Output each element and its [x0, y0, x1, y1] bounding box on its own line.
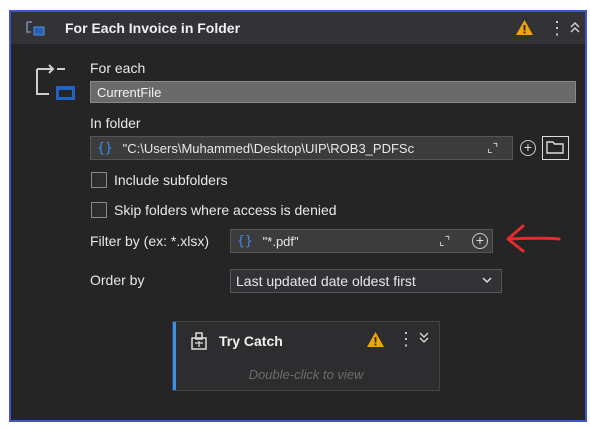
expand-chevron-icon[interactable] [418, 331, 430, 345]
for-each-label: For each [90, 60, 146, 76]
add-icon[interactable]: + [472, 233, 488, 249]
expand-icon[interactable]: ⌞⌝ [439, 234, 450, 248]
collapse-icon[interactable] [569, 20, 581, 34]
try-catch-activity[interactable]: Try Catch ⋮ Double-click to view [172, 321, 440, 391]
current-file-value: CurrentFile [97, 84, 162, 100]
folder-path-value: "C:\Users\Muhammed\Desktop\UIP\ROB3_PDFS… [122, 140, 415, 156]
try-catch-hint: Double-click to view [248, 367, 364, 382]
foreach-header-icon [26, 21, 45, 36]
activity-header[interactable]: For Each Invoice in Folder ⋮ [11, 12, 585, 44]
skip-denied-label: Skip folders where access is denied [114, 202, 337, 218]
add-icon[interactable]: + [520, 140, 536, 156]
warning-icon[interactable] [515, 19, 534, 36]
braces-icon: {} [237, 233, 253, 249]
for-each-activity[interactable]: For Each Invoice in Folder ⋮ For each Cu… [9, 10, 587, 422]
current-file-input[interactable]: CurrentFile [90, 81, 576, 103]
braces-icon: {} [97, 140, 113, 156]
order-by-label: Order by [90, 272, 145, 288]
more-icon[interactable]: ⋮ [548, 19, 566, 37]
more-icon[interactable]: ⋮ [397, 330, 415, 348]
filter-label: Filter by (ex: *.xlsx) [90, 233, 210, 249]
folder-icon[interactable] [542, 136, 569, 160]
in-folder-label: In folder [90, 115, 141, 131]
warning-icon[interactable] [366, 331, 385, 348]
try-catch-title: Try Catch [219, 333, 283, 349]
trycatch-icon [191, 332, 207, 350]
red-arrow-annotation [506, 224, 561, 253]
expand-icon[interactable]: ⌞⌝ [487, 141, 498, 155]
filter-input[interactable]: {} "*.pdf" [230, 229, 493, 253]
activity-title: For Each Invoice in Folder [65, 20, 241, 36]
include-subfolders-label: Include subfolders [114, 172, 228, 188]
foreach-activity-icon [36, 64, 75, 100]
skip-denied-checkbox[interactable] [91, 202, 107, 218]
chevron-down-icon [482, 277, 492, 284]
order-by-value: Last updated date oldest first [236, 273, 416, 289]
order-by-select[interactable]: Last updated date oldest first [230, 269, 502, 293]
include-subfolders-checkbox[interactable] [91, 172, 107, 188]
filter-value: "*.pdf" [262, 233, 299, 249]
folder-path-input[interactable]: {} "C:\Users\Muhammed\Desktop\UIP\ROB3_P… [90, 136, 513, 160]
